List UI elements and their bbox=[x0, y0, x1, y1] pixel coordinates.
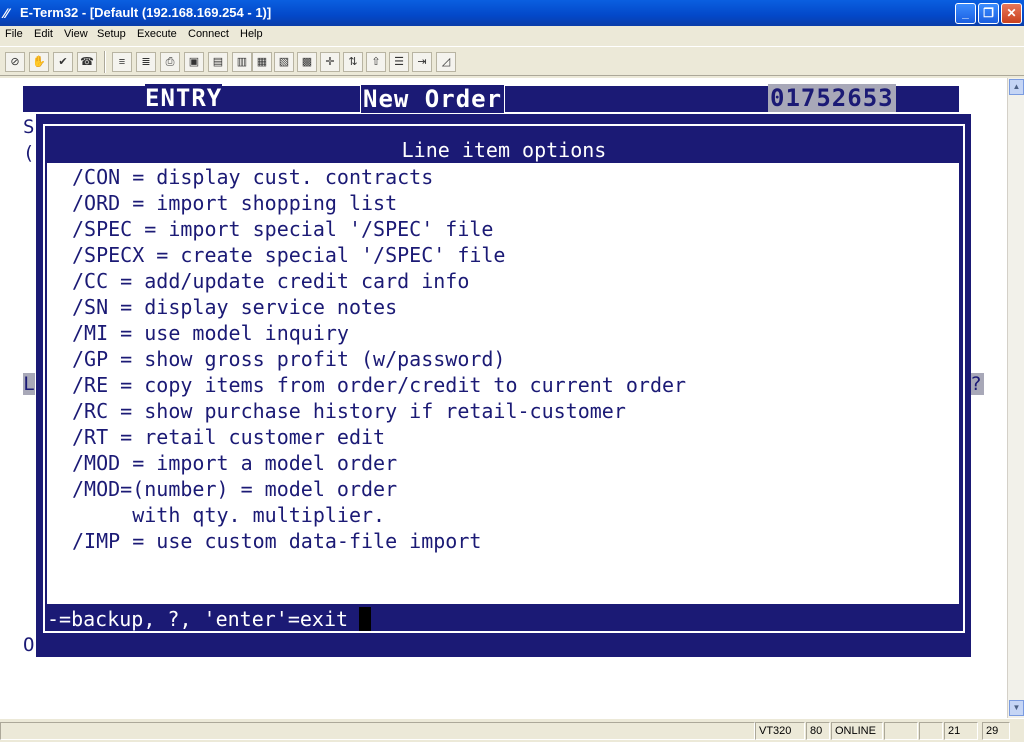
title-bar: ⁄⁄ E-Term32 - [Default (192.168.169.254 … bbox=[0, 0, 1024, 26]
print-icon[interactable]: ⎙ bbox=[160, 52, 180, 72]
menu-view[interactable]: View bbox=[64, 28, 88, 40]
doc2-icon[interactable]: ≣ bbox=[136, 52, 156, 72]
option-item: with qty. multiplier. bbox=[72, 503, 386, 527]
status-bar: VT320 80 ONLINE 21 29 bbox=[0, 718, 1024, 742]
option-item: /RE = copy items from order/credit to cu… bbox=[72, 373, 687, 397]
menu-execute[interactable]: Execute bbox=[137, 28, 177, 40]
mode-label: ENTRY bbox=[145, 84, 223, 112]
paste-icon[interactable]: ▤ bbox=[208, 52, 228, 72]
option-item: /SPEC = import special '/SPEC' file bbox=[72, 217, 494, 241]
option-item: /SN = display service notes bbox=[72, 295, 398, 319]
scroll-up-icon[interactable]: ▲ bbox=[1009, 79, 1024, 95]
transfer-icon[interactable]: ⇅ bbox=[343, 52, 363, 72]
hand-icon[interactable]: ✋ bbox=[29, 52, 49, 72]
window-title: E-Term32 - [Default (192.168.169.254 - 1… bbox=[20, 5, 272, 20]
status-connection: ONLINE bbox=[831, 722, 883, 740]
dialog-prompt: -=backup, ?, 'enter'=exit bbox=[47, 607, 349, 631]
menu-bar: File Edit View Setup Execute Connect Hel… bbox=[0, 26, 1024, 44]
option-item: /MOD=(number) = model order bbox=[72, 477, 398, 501]
status-terminal-type: VT320 bbox=[755, 722, 805, 740]
option-item: /RC = show purchase history if retail-cu… bbox=[72, 399, 626, 423]
order-type-label: New Order bbox=[360, 84, 506, 114]
option-item: /RT = retail customer edit bbox=[72, 425, 386, 449]
restore-button[interactable]: ❐ bbox=[978, 3, 999, 24]
toolbar: ⊘ ✋ ✔ ☎ ≡ ≣ ⎙ ▣ ▤ ▥ ▦ ▧ ▩ ✛ ⇅ ⇧ ☰ ⇥ ◿ bbox=[0, 46, 1024, 76]
connect-icon[interactable]: ✔ bbox=[53, 52, 73, 72]
menu-help[interactable]: Help bbox=[240, 28, 263, 40]
scroll-down-icon[interactable]: ▼ bbox=[1009, 700, 1024, 716]
screen-char-s: S bbox=[23, 116, 35, 138]
screen1-icon[interactable]: ▦ bbox=[252, 52, 272, 72]
app-icon[interactable]: ⁄⁄ bbox=[4, 5, 9, 21]
stop-icon[interactable]: ⊘ bbox=[5, 52, 25, 72]
exit-icon[interactable]: ⇥ bbox=[412, 52, 432, 72]
minimize-button[interactable]: _ bbox=[955, 3, 976, 24]
status-empty-2 bbox=[919, 722, 943, 740]
paste2-icon[interactable]: ▥ bbox=[232, 52, 252, 72]
option-item: /CC = add/update credit card info bbox=[72, 269, 470, 293]
option-item: /ORD = import shopping list bbox=[72, 191, 398, 215]
upload-icon[interactable]: ⇧ bbox=[366, 52, 386, 72]
menu-edit[interactable]: Edit bbox=[34, 28, 53, 40]
status-empty-1 bbox=[884, 722, 918, 740]
status-cursor-col: 29 bbox=[982, 722, 1010, 740]
close-button[interactable]: ✕ bbox=[1001, 3, 1022, 24]
status-columns: 80 bbox=[806, 722, 830, 740]
menu-connect[interactable]: Connect bbox=[188, 28, 229, 40]
screen-char-o: O bbox=[23, 634, 35, 656]
option-item: /SPECX = create special '/SPEC' file bbox=[72, 243, 506, 267]
option-item: /GP = show gross profit (w/password) bbox=[72, 347, 506, 371]
screen2-icon[interactable]: ▧ bbox=[274, 52, 294, 72]
dialog-title: Line item options bbox=[401, 138, 607, 162]
screen-char-paren: ( bbox=[23, 142, 35, 164]
vertical-scrollbar[interactable]: ▲ ▼ bbox=[1007, 78, 1024, 718]
keypad-icon[interactable]: ▩ bbox=[297, 52, 317, 72]
disconnect-icon[interactable]: ☎ bbox=[77, 52, 97, 72]
option-item: /MI = use model inquiry bbox=[72, 321, 349, 345]
option-item: /IMP = use custom data-file import bbox=[72, 529, 482, 553]
menu-setup[interactable]: Setup bbox=[97, 28, 126, 40]
doc-icon[interactable]: ≡ bbox=[112, 52, 132, 72]
copy-icon[interactable]: ▣ bbox=[184, 52, 204, 72]
order-number: 01752653 bbox=[768, 84, 896, 112]
toolbar-separator bbox=[104, 51, 106, 73]
status-message bbox=[0, 722, 755, 740]
ruler-icon[interactable]: ◿ bbox=[436, 52, 456, 72]
option-item: /MOD = import a model order bbox=[72, 451, 398, 475]
script-icon[interactable]: ☰ bbox=[389, 52, 409, 72]
crosshair-icon[interactable]: ✛ bbox=[320, 52, 340, 72]
status-cursor-row: 21 bbox=[944, 722, 978, 740]
text-cursor[interactable] bbox=[359, 607, 371, 631]
option-item: /CON = display cust. contracts bbox=[72, 165, 434, 189]
menu-file[interactable]: File bbox=[5, 28, 23, 40]
screen-char-l: L bbox=[23, 373, 35, 395]
